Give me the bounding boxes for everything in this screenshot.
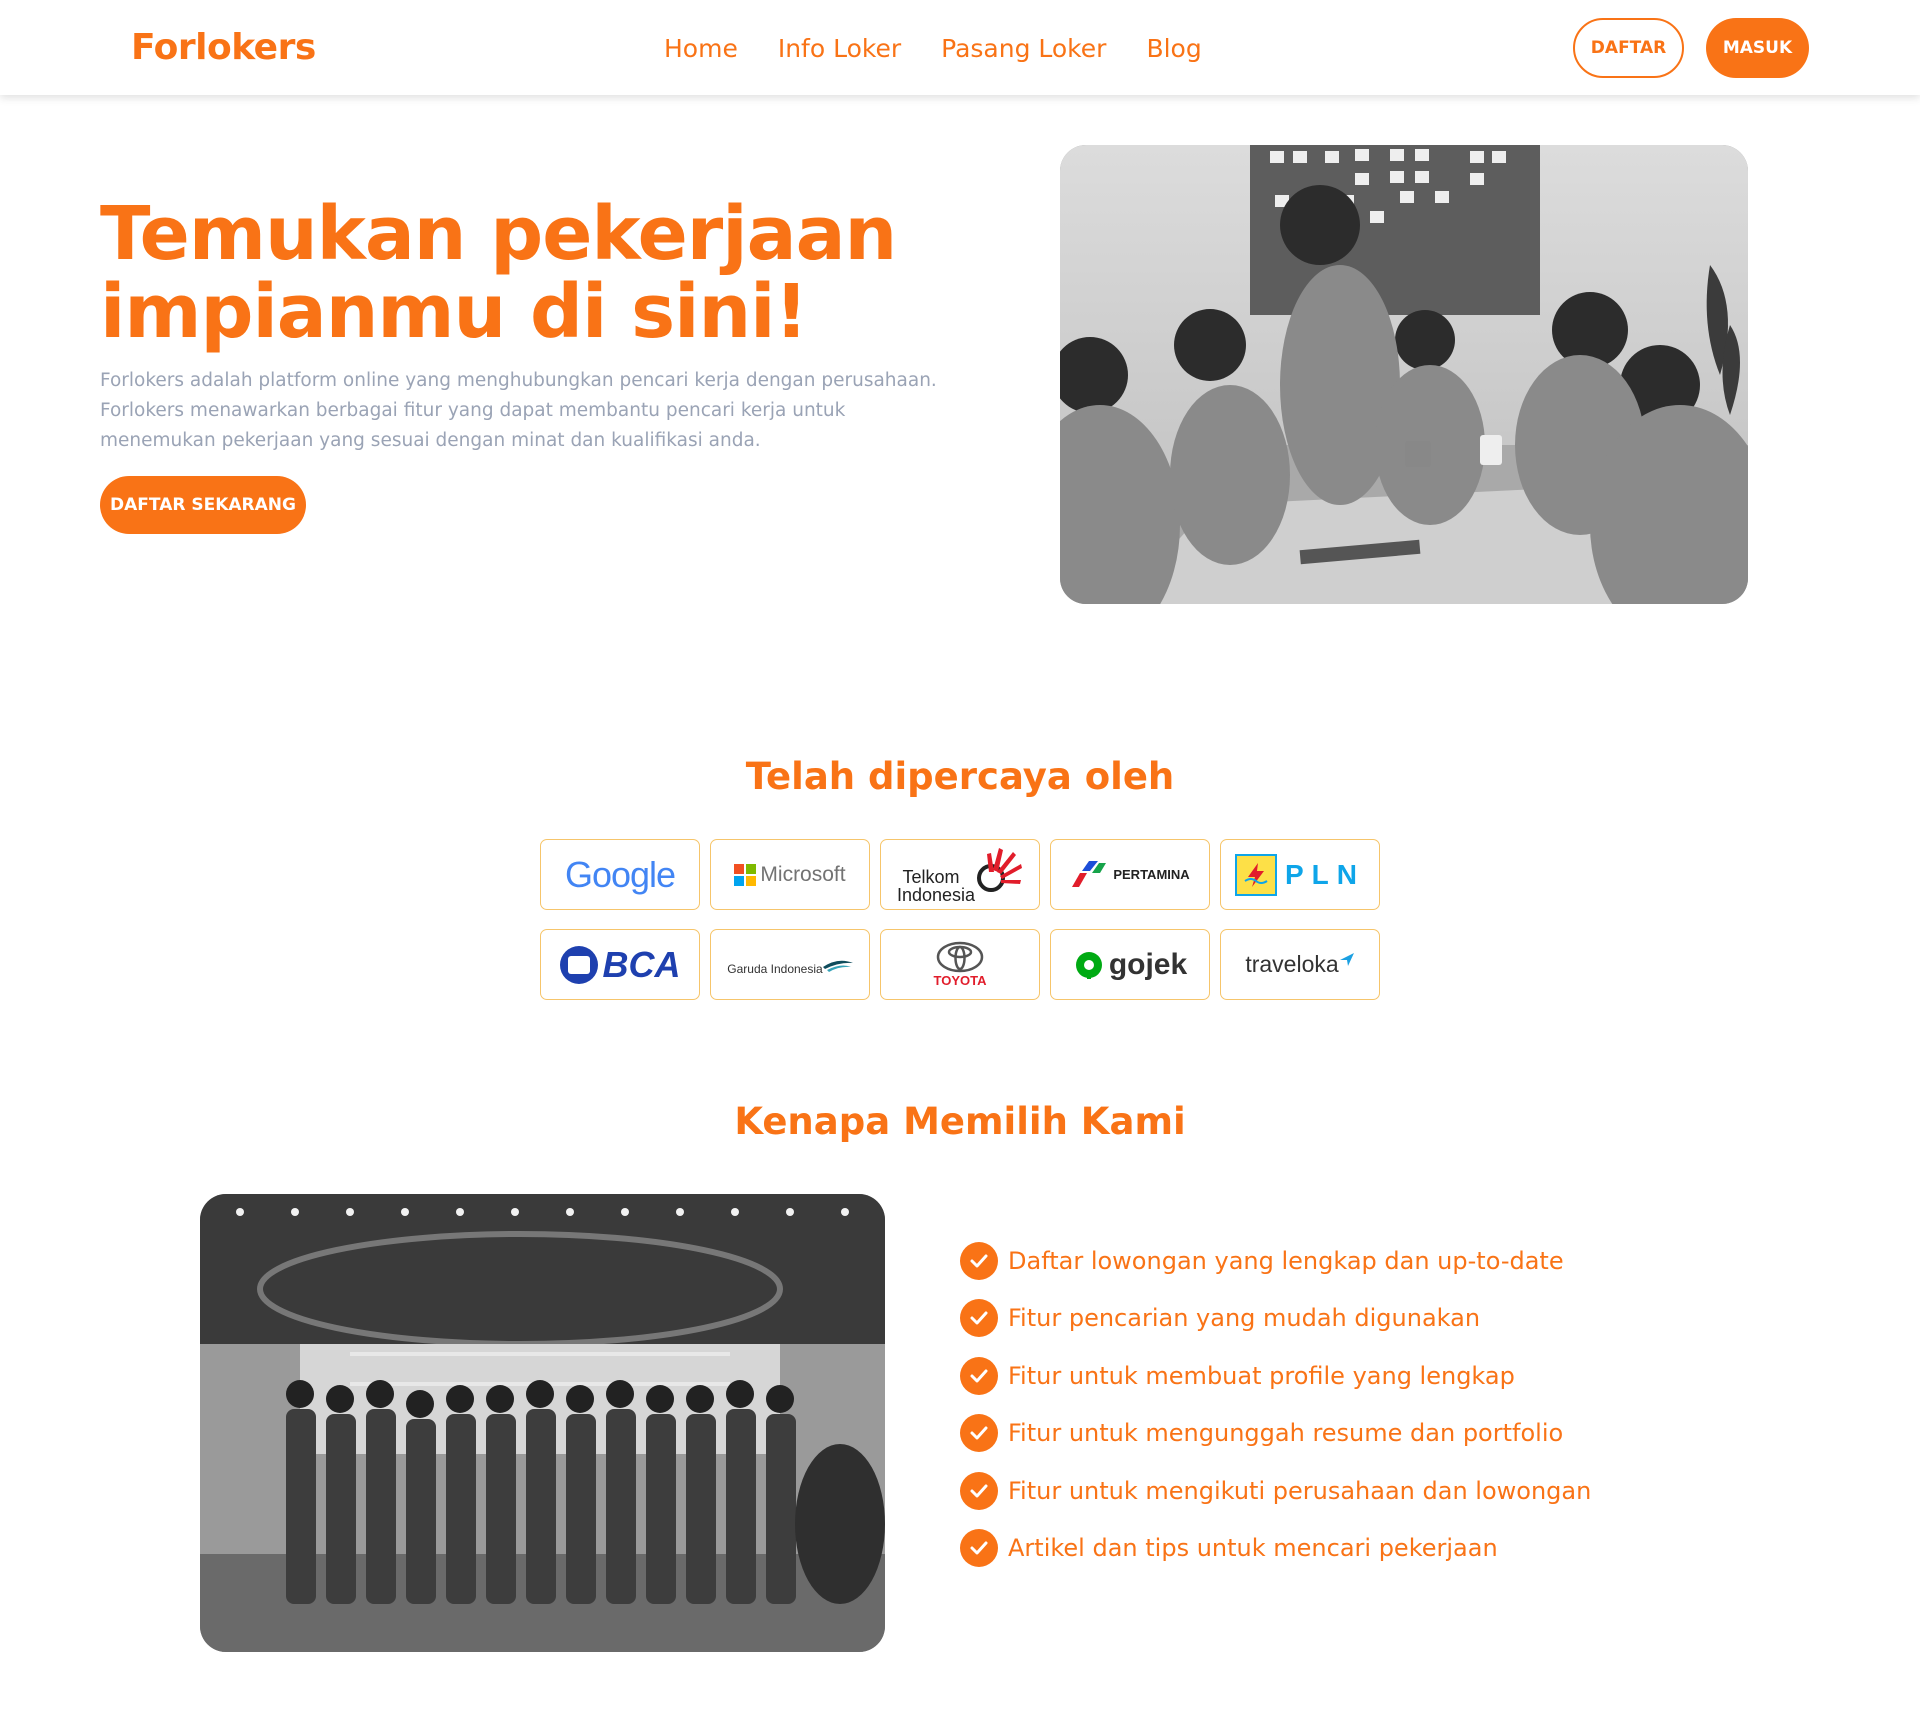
hero-description: Forlokers adalah platform online yang me…: [100, 370, 937, 451]
navbar: Forlokers Home Info Loker Pasang Loker B…: [0, 0, 1920, 95]
telkom-logo-text: Telkom Indonesia: [897, 866, 976, 905]
nav-link-info-loker[interactable]: Info Loker: [778, 34, 901, 63]
garuda-wing-icon: [822, 960, 853, 972]
meeting-photo-illustration: [1060, 145, 1748, 604]
bca-emblem-icon: [559, 945, 598, 984]
google-logo-text: Google: [564, 853, 676, 895]
feature-item: Fitur untuk membuat profile yang lengkap: [960, 1347, 1591, 1405]
feature-text: Fitur untuk mengikuti perusahaan dan low…: [1008, 1476, 1592, 1505]
nav-link-home[interactable]: Home: [664, 34, 738, 63]
telkom-indonesia-logo: Telkom Indonesia: [880, 839, 1040, 910]
nav-link-blog[interactable]: Blog: [1146, 34, 1201, 63]
feature-item: Daftar lowongan yang lengkap dan up-to-d…: [960, 1232, 1591, 1290]
pertamina-logo: PERTAMINA: [1050, 839, 1210, 910]
pln-logo-text: PLN: [1285, 858, 1365, 890]
gojek-logo: gojek: [1050, 929, 1210, 1000]
toyota-logo-text: TOYOTA: [933, 973, 987, 988]
check-circle-icon: [960, 1529, 998, 1568]
team-photo-illustration: [200, 1194, 885, 1652]
bca-logo-text: BCA: [602, 943, 681, 985]
feature-list: Daftar lowongan yang lengkap dan up-to-d…: [960, 1232, 1591, 1577]
feature-item: Fitur pencarian yang mudah digunakan: [960, 1290, 1591, 1348]
brand-logo[interactable]: Forlokers: [131, 27, 316, 68]
why-choose-us-title: Kenapa Memilih Kami: [734, 1100, 1186, 1143]
check-circle-icon: [960, 1299, 998, 1338]
microsoft-windows-icon: [734, 863, 757, 886]
feature-text: Daftar lowongan yang lengkap dan up-to-d…: [1008, 1246, 1564, 1275]
pertamina-logo-text: PERTAMINA: [1113, 867, 1190, 882]
feature-item: Fitur untuk mengikuti perusahaan dan low…: [960, 1462, 1591, 1520]
garuda-logo-text: Garuda Indonesia: [727, 961, 823, 976]
daftar-sekarang-button[interactable]: DAFTAR SEKARANG: [100, 476, 306, 534]
hero-title-line-2: impianmu di sini!: [100, 269, 808, 355]
hero-title-line-1: Temukan pekerjaan: [100, 191, 897, 277]
gojek-icon: [1075, 951, 1102, 979]
daftar-button[interactable]: DAFTAR: [1573, 18, 1684, 78]
check-circle-icon: [960, 1414, 998, 1453]
nav-link-pasang-loker[interactable]: Pasang Loker: [941, 34, 1106, 63]
feature-text: Fitur untuk membuat profile yang lengkap: [1008, 1361, 1515, 1390]
bca-logo: BCA: [540, 929, 700, 1000]
microsoft-logo: Microsoft: [710, 839, 870, 910]
hero-meeting-photo: [1060, 145, 1748, 604]
team-group-photo: [200, 1194, 885, 1652]
feature-text: Fitur pencarian yang mudah digunakan: [1008, 1304, 1481, 1333]
feature-text: Artikel dan tips untuk mencari pekerjaan: [1008, 1534, 1498, 1563]
traveloka-logo-text: traveloka: [1245, 951, 1339, 977]
pln-lightning-icon: [1235, 853, 1277, 896]
partner-logo-grid: Google Microsoft Telkom Indonesia PERTAM…: [540, 839, 1381, 1000]
feature-item: Artikel dan tips untuk mencari pekerjaan: [960, 1520, 1591, 1578]
google-logo: Google: [540, 839, 700, 910]
feature-text: Fitur untuk mengunggah resume dan portfo…: [1008, 1419, 1564, 1448]
trusted-by-title: Telah dipercaya oleh: [745, 755, 1175, 798]
microsoft-logo-text: Microsoft: [760, 862, 846, 886]
gojek-logo-text: gojek: [1108, 947, 1188, 981]
toyota-emblem-icon: [936, 941, 984, 973]
check-circle-icon: [960, 1356, 998, 1395]
traveloka-bird-icon: [1339, 952, 1354, 966]
telkom-hand-icon: [977, 847, 1022, 892]
garuda-indonesia-logo: Garuda Indonesia: [710, 929, 870, 1000]
main-nav: Home Info Loker Pasang Loker Blog: [664, 34, 1202, 63]
masuk-button[interactable]: MASUK: [1706, 18, 1809, 78]
traveloka-logo: traveloka: [1220, 929, 1380, 1000]
pln-logo: PLN: [1220, 839, 1380, 910]
toyota-logo: TOYOTA: [880, 929, 1040, 1000]
check-circle-icon: [960, 1471, 998, 1510]
check-circle-icon: [960, 1241, 998, 1280]
pertamina-icon: [1072, 860, 1107, 887]
hero-title: Temukan pekerjaan impianmu di sini!: [100, 195, 960, 351]
feature-item: Fitur untuk mengunggah resume dan portfo…: [960, 1405, 1591, 1463]
